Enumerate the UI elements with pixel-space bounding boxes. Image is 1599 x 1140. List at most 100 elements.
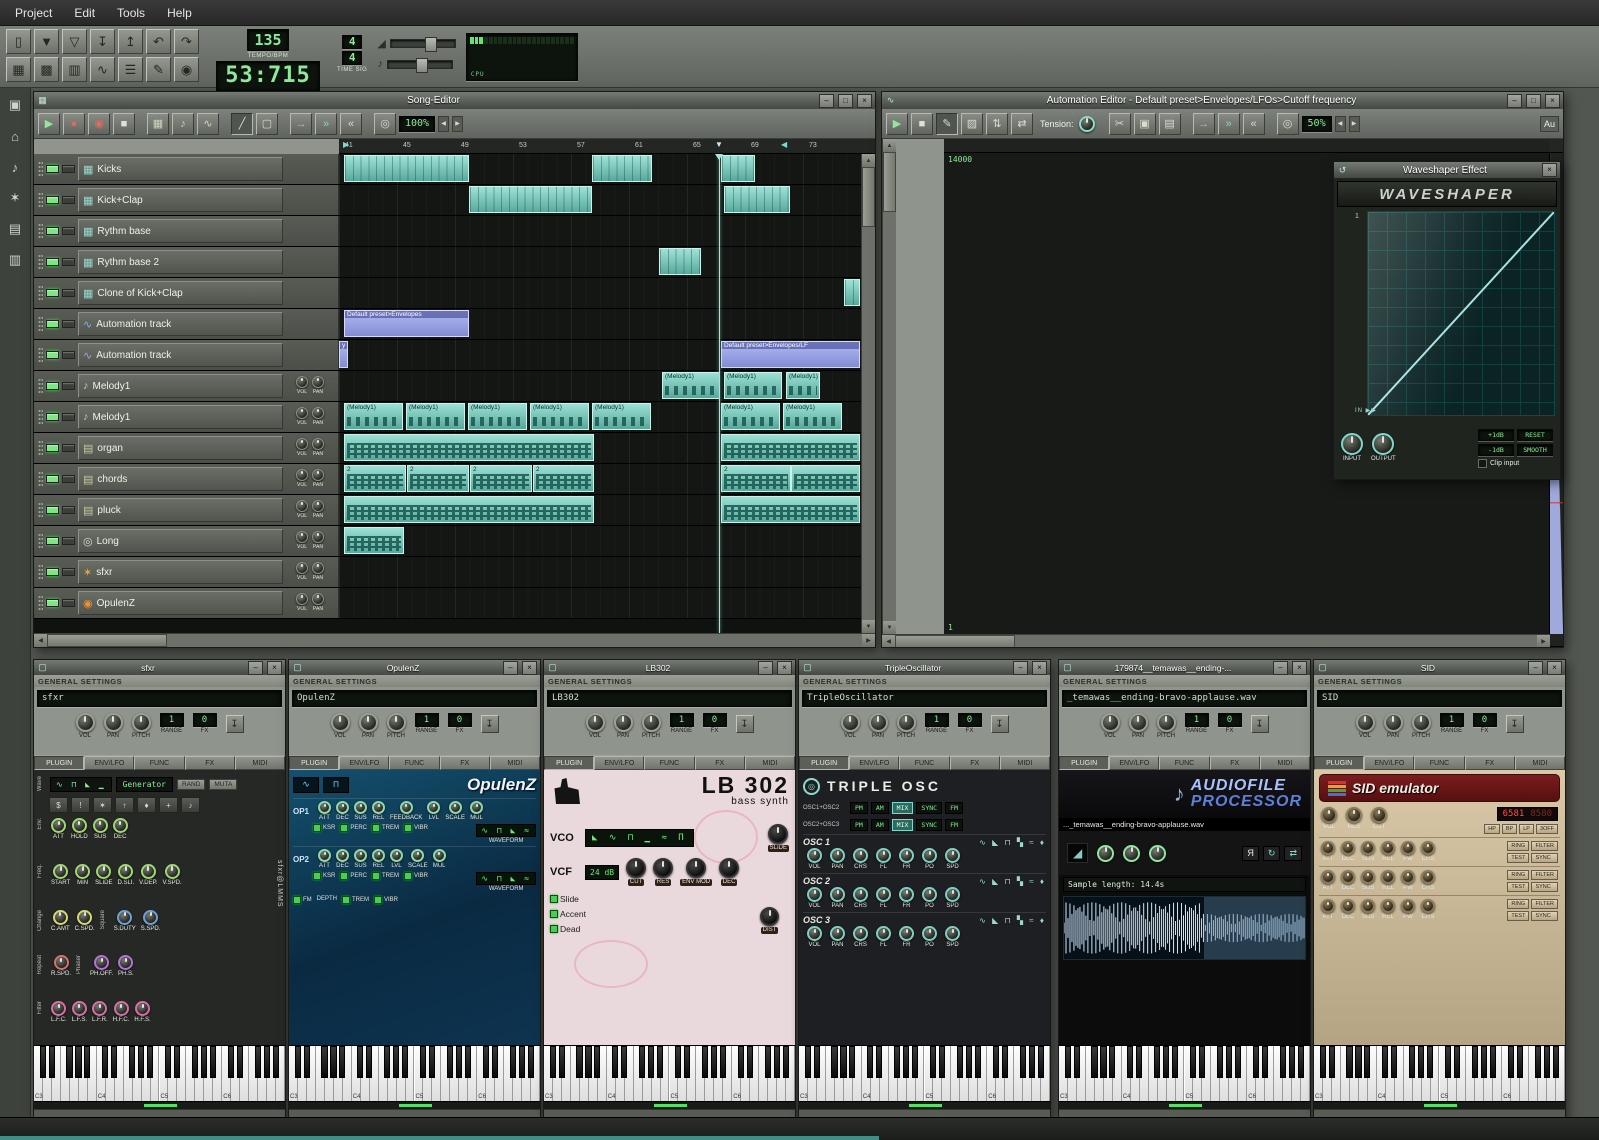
keyboard-scrollbar[interactable]: [289, 1109, 540, 1117]
piano-key-black[interactable]: [737, 1046, 744, 1078]
track-header[interactable]: ▤ pluck VOL PAN: [34, 495, 339, 525]
knob-dial[interactable]: [1100, 713, 1120, 732]
piano-key-black[interactable]: [576, 1046, 583, 1078]
knob-dial[interactable]: [312, 407, 324, 419]
piano-key-black[interactable]: [1454, 1046, 1461, 1078]
master-volume-handle[interactable]: [424, 37, 437, 52]
spd-knob[interactable]: SPD: [945, 848, 960, 871]
rel-knob[interactable]: REL: [1381, 841, 1395, 863]
knob-dial[interactable]: [830, 926, 845, 941]
save-preset-button[interactable]: ↧: [735, 715, 754, 733]
pickup-coin-preset-icon[interactable]: $: [49, 797, 68, 813]
tab-plugin[interactable]: PLUGIN: [289, 756, 340, 770]
piano-key-black[interactable]: [509, 1046, 516, 1078]
fx-channel-display[interactable]: 0 FX: [1472, 713, 1497, 735]
att-knob[interactable]: ATT: [1321, 870, 1335, 892]
minimize-button[interactable]: –: [1013, 660, 1028, 675]
track-grip-handle[interactable]: [38, 532, 43, 550]
knob-dial[interactable]: [470, 801, 484, 814]
tab-plugin[interactable]: PLUGIN: [1059, 756, 1110, 770]
l-f-s--knob[interactable]: L.F.S.: [72, 1001, 87, 1024]
track-grid[interactable]: (Melody1) (Melody1) (Melody1): [339, 371, 861, 401]
scroll-right-button[interactable]: ▶: [862, 634, 875, 647]
piano-key-black[interactable]: [147, 1046, 154, 1078]
rel-knob[interactable]: REL: [1381, 870, 1395, 892]
track-pan-knob[interactable]: PAN: [312, 500, 324, 520]
track-name-button[interactable]: ∿ Automation track: [78, 343, 283, 367]
env-mod-knob[interactable]: ENV MOD: [680, 858, 713, 886]
piano-keyboard[interactable]: C3 C4 C5 C6: [34, 1045, 285, 1101]
vol-knob[interactable]: VOL: [807, 848, 822, 871]
track-name-button[interactable]: ▤ chords: [78, 467, 283, 491]
track-header[interactable]: ▦ Kick+Clap: [34, 185, 339, 215]
rewind-button[interactable]: «: [340, 112, 362, 135]
track-pan-knob[interactable]: PAN: [312, 407, 324, 427]
knob-dial[interactable]: [330, 713, 350, 732]
track-pan-knob[interactable]: PAN: [312, 531, 324, 551]
master-volume-slider[interactable]: ◢: [377, 37, 456, 52]
piano-key-black[interactable]: [321, 1046, 328, 1078]
redo-icon[interactable]: ↷: [174, 29, 199, 54]
tab-fx[interactable]: FX: [439, 756, 490, 770]
tab-envlfo[interactable]: ENV/LFO: [339, 756, 390, 770]
vscroll-thumb[interactable]: [883, 152, 896, 212]
knob-dial[interactable]: [51, 1001, 67, 1017]
volume-knob[interactable]: VOL: [1355, 713, 1375, 740]
pattern-segment[interactable]: (Melody1): [786, 372, 820, 399]
knob-dial[interactable]: [296, 376, 308, 388]
song-editor-vscroll[interactable]: ▲ ▼: [861, 154, 875, 633]
piano-key-black[interactable]: [1391, 1046, 1398, 1078]
piano-key-black[interactable]: [1091, 1046, 1098, 1078]
project-notes-icon[interactable]: ✎: [146, 57, 171, 82]
knob-dial[interactable]: [945, 848, 960, 863]
fm-checkbox[interactable]: FM: [293, 896, 312, 904]
knob-dial[interactable]: [71, 1001, 87, 1017]
track-mute-led[interactable]: [46, 413, 59, 421]
knob-dial[interactable]: [1421, 841, 1435, 855]
maximize-button[interactable]: □: [1526, 93, 1541, 108]
menu-help[interactable]: Help: [158, 3, 201, 23]
knob-dial[interactable]: [399, 801, 413, 814]
piano-key-black[interactable]: [813, 1046, 820, 1078]
perc-checkbox[interactable]: PERC: [340, 824, 367, 832]
checkbox-led[interactable]: [550, 895, 558, 903]
trem-checkbox[interactable]: TREM: [342, 896, 369, 904]
track-name-button[interactable]: ♪ Melody1: [78, 374, 283, 398]
waveform-buttons[interactable]: ∿ ◣ ⊓ ▚ ≈ ♦: [979, 838, 1046, 847]
bb-editor-icon[interactable]: ▩: [34, 57, 59, 82]
piano-key-black[interactable]: [912, 1046, 919, 1078]
track-mute-led[interactable]: [46, 196, 59, 204]
copy-button[interactable]: ▣: [1133, 112, 1156, 135]
knob-dial[interactable]: [1341, 899, 1355, 913]
piano-key-black[interactable]: [773, 1046, 780, 1078]
piano-key-black[interactable]: [1261, 1046, 1268, 1078]
cut-button[interactable]: ✂: [1108, 112, 1131, 135]
chip-model-display[interactable]: 6581 8580: [1496, 807, 1558, 821]
track-grip-handle[interactable]: [38, 501, 43, 519]
piano-key-black[interactable]: [1279, 1046, 1286, 1078]
draw-mode-button[interactable]: ╱: [231, 112, 253, 135]
track-name-button[interactable]: ▦ Kicks: [78, 157, 283, 181]
track-grid[interactable]: Default preset>Envelopes: [339, 309, 861, 339]
knob-dial[interactable]: [1321, 899, 1335, 913]
piano-key-black[interactable]: [393, 1046, 400, 1078]
track-volume-knob[interactable]: VOL: [296, 531, 308, 551]
minimize-button[interactable]: –: [1528, 660, 1543, 675]
piano-key-black[interactable]: [719, 1046, 726, 1078]
rel-knob[interactable]: REL: [1381, 899, 1395, 921]
slide-knob[interactable]: SLIDE: [95, 863, 112, 887]
track-grid[interactable]: [339, 278, 861, 308]
scale-knob[interactable]: SCALE: [445, 801, 465, 822]
mod-pm-button[interactable]: PM: [850, 801, 868, 814]
knob-dial[interactable]: [1381, 841, 1395, 855]
checkbox-led[interactable]: [550, 925, 558, 933]
track-header[interactable]: ▦ Rythm base 2: [34, 247, 339, 277]
piano-key-black[interactable]: [549, 1046, 556, 1078]
fl-knob[interactable]: FL: [876, 848, 891, 871]
piano-key-black[interactable]: [174, 1046, 181, 1078]
volume-knob[interactable]: VOL: [1100, 713, 1120, 740]
tab-plugin[interactable]: PLUGIN: [34, 756, 85, 770]
knob-dial[interactable]: [876, 848, 891, 863]
keyboard-scrollbar[interactable]: [1059, 1109, 1310, 1117]
piano-key-black[interactable]: [482, 1046, 489, 1078]
